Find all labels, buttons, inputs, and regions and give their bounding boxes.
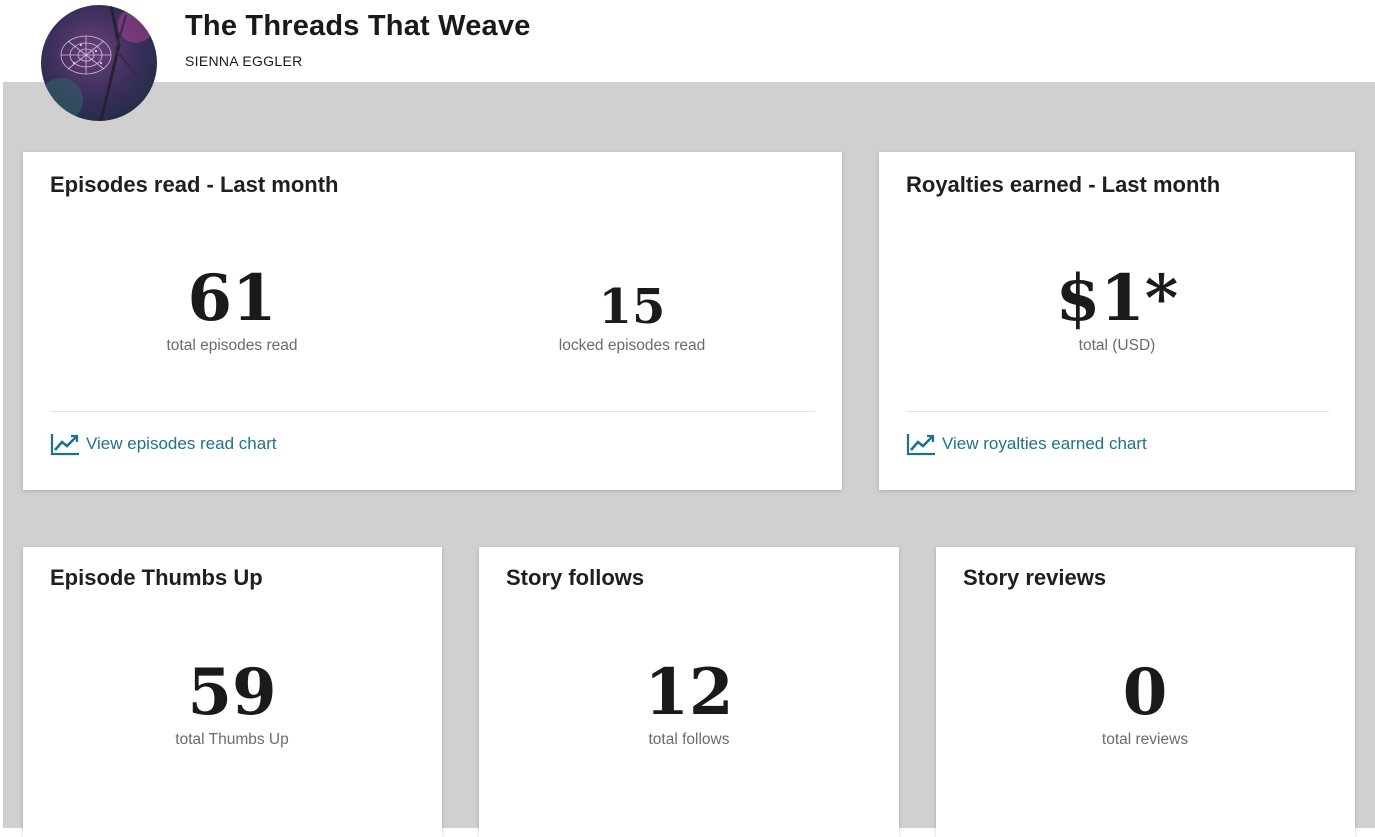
line-chart-icon [50,434,79,456]
thumbs-up-card: Episode Thumbs Up 59 total Thumbs Up [23,547,442,837]
card-title: Story reviews [963,565,1107,590]
total-episodes-metric: 61 total episodes read [82,267,382,355]
card-title: Royalties earned - Last month [906,172,1221,197]
line-chart-icon [906,434,935,456]
divider [906,411,1329,412]
metric-label: total (USD) [1078,337,1156,354]
link-label: View episodes read chart [86,434,277,453]
metric-label: total follows [648,731,730,748]
metric-label: total reviews [1101,731,1189,748]
metric-value: 59 [187,655,277,730]
story-title: The Threads That Weave [185,10,531,42]
metric-label: total episodes read [166,337,298,354]
card-title: Story follows [506,565,645,590]
view-royalties-chart-link[interactable]: View royalties earned chart [906,432,1147,456]
metric-value: 61 [187,261,277,336]
story-reviews-card: Story reviews 0 total reviews [936,547,1355,837]
card-title: Episode Thumbs Up [50,565,263,590]
thumbs-up-metric: 59 total Thumbs Up [82,661,382,749]
follows-metric: 12 total follows [539,661,839,749]
royalties-metric: $1* total (USD) [967,267,1267,355]
reviews-metric: 0 total reviews [995,661,1295,749]
metric-value: 0 [1122,655,1168,730]
episodes-read-card: Episodes read - Last month 61 total epis… [23,152,842,490]
view-episodes-chart-link[interactable]: View episodes read chart [50,432,277,456]
link-label: View royalties earned chart [942,434,1147,453]
story-cover-image [41,5,157,121]
story-follows-card: Story follows 12 total follows [479,547,899,837]
royalties-card: Royalties earned - Last month $1* total … [879,152,1355,490]
divider [50,411,815,412]
metric-value: $1* [1055,261,1179,336]
metric-label: total Thumbs Up [175,731,289,748]
metric-value: 15 [598,279,666,335]
locked-episodes-metric: 15 locked episodes read [482,283,782,355]
metric-value: 12 [644,655,734,730]
author-name: SIENNA EGGLER [185,53,303,69]
card-title: Episodes read - Last month [50,172,339,197]
metric-label: locked episodes read [558,337,706,354]
